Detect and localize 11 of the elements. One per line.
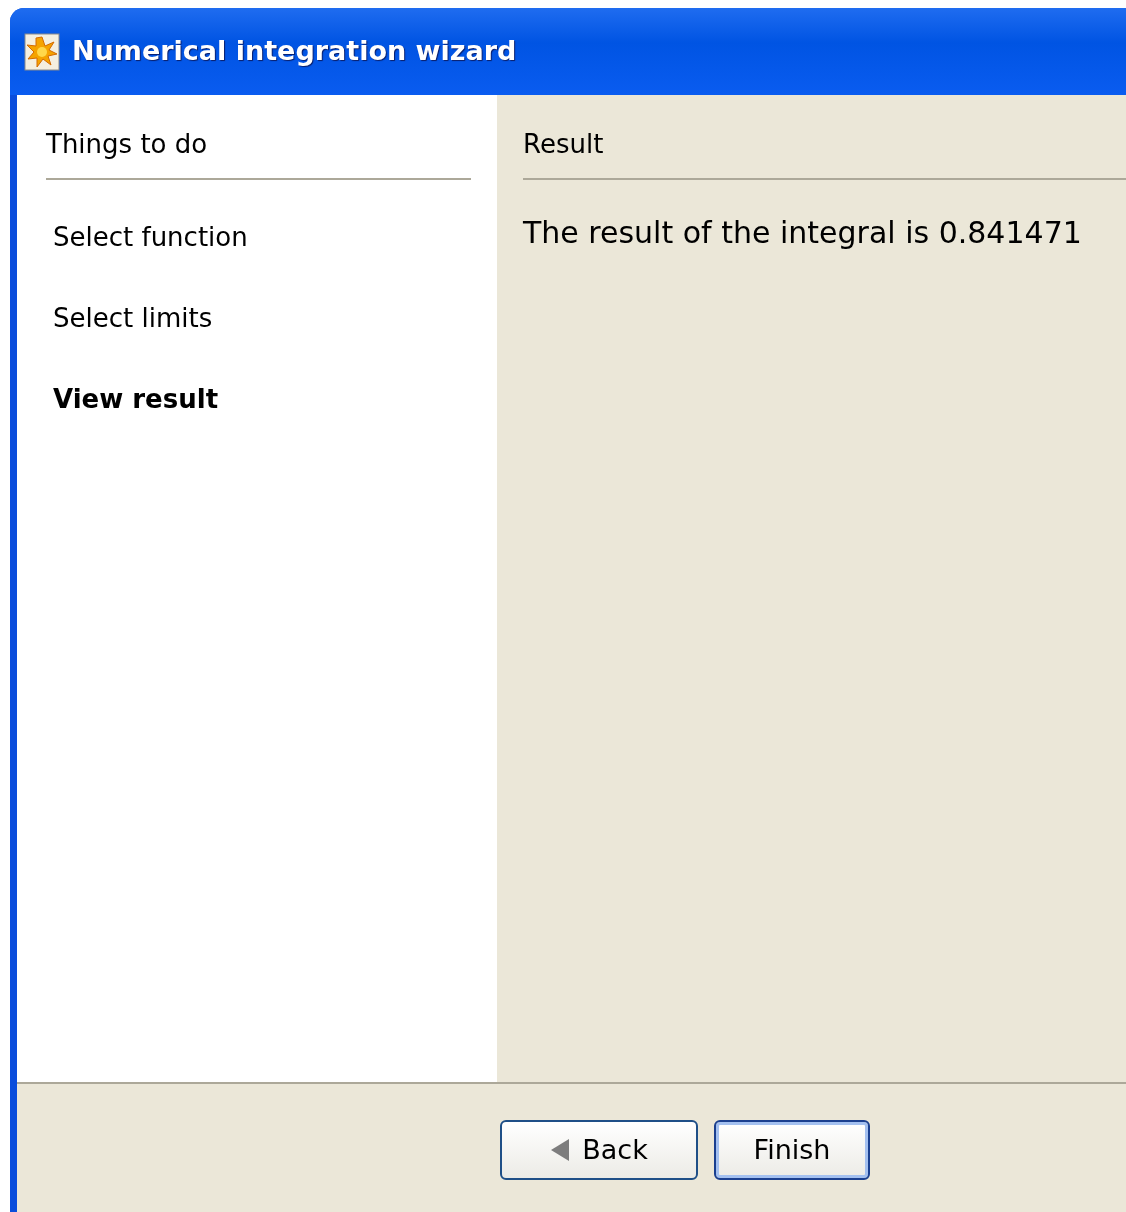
app-icon	[24, 32, 60, 71]
step-item[interactable]: View result	[46, 372, 471, 427]
panel-heading: Things to do	[46, 125, 471, 180]
finish-button[interactable]: Finish	[714, 1120, 870, 1180]
back-button[interactable]: Back	[500, 1120, 698, 1180]
step-item[interactable]: Select function	[46, 210, 471, 265]
result-message: The result of the integral is 0.841471	[523, 214, 1083, 252]
window-title: Numerical integration wizard	[72, 34, 517, 69]
panel-heading: Result	[523, 125, 1126, 180]
left-arrow-icon	[550, 1138, 571, 1162]
step-item[interactable]: Select limits	[46, 291, 471, 346]
